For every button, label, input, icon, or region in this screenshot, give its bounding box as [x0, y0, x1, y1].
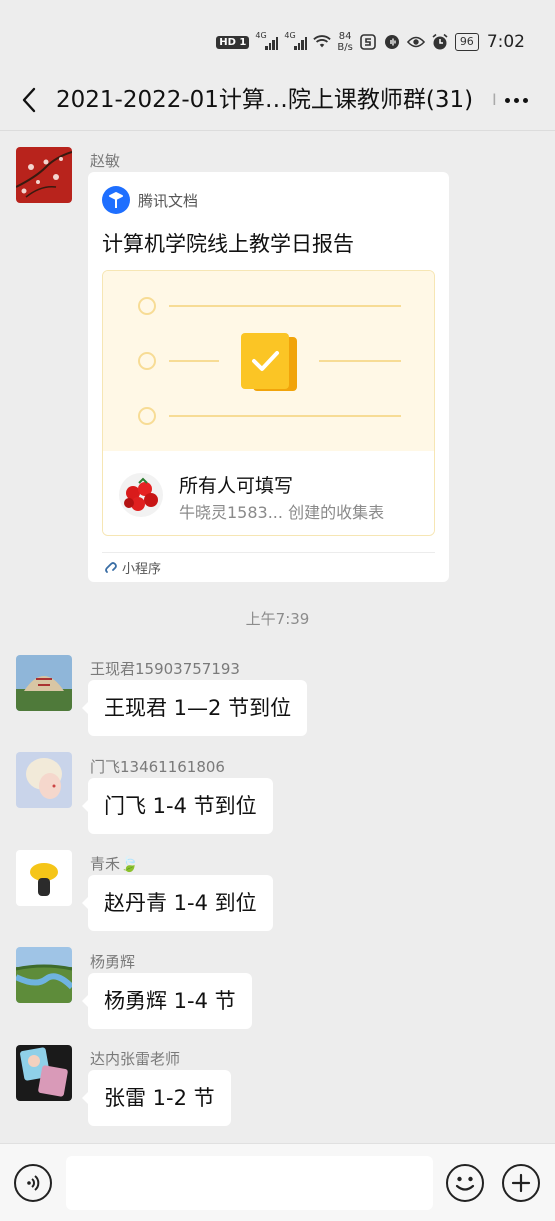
battery-icon: 96: [454, 33, 479, 51]
more-options-button[interactable]: [500, 86, 532, 114]
chat-input-bar: [0, 1143, 555, 1221]
message-bubble[interactable]: 赵丹青 1-4 到位: [82, 875, 273, 931]
message-bubble[interactable]: 门飞 1-4 节到位: [82, 778, 273, 834]
chevron-left-icon: [22, 87, 36, 113]
chat-title: 2021-2022-01计算…院上课教师群(31): [56, 87, 474, 113]
sender-name: 赵敏: [90, 152, 121, 170]
form-info: 所有人可填写 牛晓灵1583... 创建的收集表: [103, 451, 434, 535]
sender-name: 杨勇辉: [90, 953, 136, 971]
avatar-qinghe[interactable]: [16, 850, 72, 906]
status-icons: HD 1 4G 4G 84 B/s 96 7:02: [216, 28, 525, 56]
mini-program-icon: [105, 561, 117, 573]
wifi-icon: [313, 33, 332, 51]
sender-name: 达内张雷老师: [90, 1050, 181, 1068]
plus-icon: [511, 1173, 531, 1193]
sender-name: 王现君15903757193: [90, 660, 240, 678]
card-source: 腾讯文档: [102, 186, 198, 214]
emoji-button[interactable]: [446, 1164, 484, 1202]
message-timestamp: 上午7:39: [245, 610, 310, 628]
mini-program-card[interactable]: 腾讯文档 计算机学院线上教学日报告 所有人可填写 牛晓灵1583... 创建的收…: [88, 172, 449, 582]
clock: 7:02: [486, 32, 525, 52]
avatar-menfei[interactable]: [16, 752, 72, 808]
sender-name: 门飞13461161806: [90, 758, 225, 776]
eye-icon: [406, 33, 425, 51]
avatar-wangxianjun[interactable]: [16, 655, 72, 711]
signal-1-icon: 4G: [255, 31, 279, 50]
avatar-yangyonghui[interactable]: [16, 947, 72, 1003]
message-bubble[interactable]: 王现君 1—2 节到位: [81, 680, 308, 736]
creator-avatar: [119, 473, 163, 517]
voice-icon: [27, 1175, 40, 1191]
alarm-icon: [431, 33, 449, 51]
status-bar: HD 1 4G 4G 84 B/s 96 7:02: [0, 0, 555, 80]
header-divider: [0, 130, 555, 131]
message-bubble[interactable]: 杨勇辉 1-4 节: [82, 973, 252, 1029]
more-dot-icon: [522, 97, 528, 103]
card-divider: [102, 552, 435, 553]
chat-header: 2021-2022-01计算…院上课教师群(31) I: [0, 80, 555, 120]
sender-name: 青禾🍃: [90, 855, 139, 873]
back-button[interactable]: [14, 84, 44, 116]
voice-input-button[interactable]: [14, 1164, 52, 1202]
audio-app-icon: [383, 33, 401, 51]
more-functions-button[interactable]: [502, 1164, 540, 1202]
message-input[interactable]: [66, 1156, 433, 1210]
card-source-label: 腾讯文档: [138, 191, 199, 210]
form-permission: 所有人可填写: [179, 475, 294, 497]
more-dot-icon: [504, 97, 510, 103]
more-dot-icon: [513, 97, 519, 103]
smiley-icon: [455, 1176, 475, 1191]
network-speed: 84 B/s: [337, 31, 353, 53]
avatar-zhaomin[interactable]: [16, 147, 72, 203]
form-illustration: [103, 271, 434, 451]
mini-program-label: 小程序: [104, 558, 161, 577]
tencent-docs-icon: [102, 186, 130, 214]
card-preview: 所有人可填写 牛晓灵1583... 创建的收集表: [102, 270, 435, 536]
hd-badge: HD 1: [216, 35, 250, 49]
form-creator: 牛晓灵1583... 创建的收集表: [179, 503, 385, 522]
avatar-zhanglei[interactable]: [16, 1045, 72, 1101]
message-bubble[interactable]: 张雷 1-2 节: [82, 1070, 231, 1126]
soul-app-icon: [359, 33, 377, 51]
card-title: 计算机学院线上教学日报告: [102, 232, 354, 256]
text-cursor-icon: I: [492, 90, 497, 109]
signal-2-icon: 4G: [284, 31, 308, 50]
